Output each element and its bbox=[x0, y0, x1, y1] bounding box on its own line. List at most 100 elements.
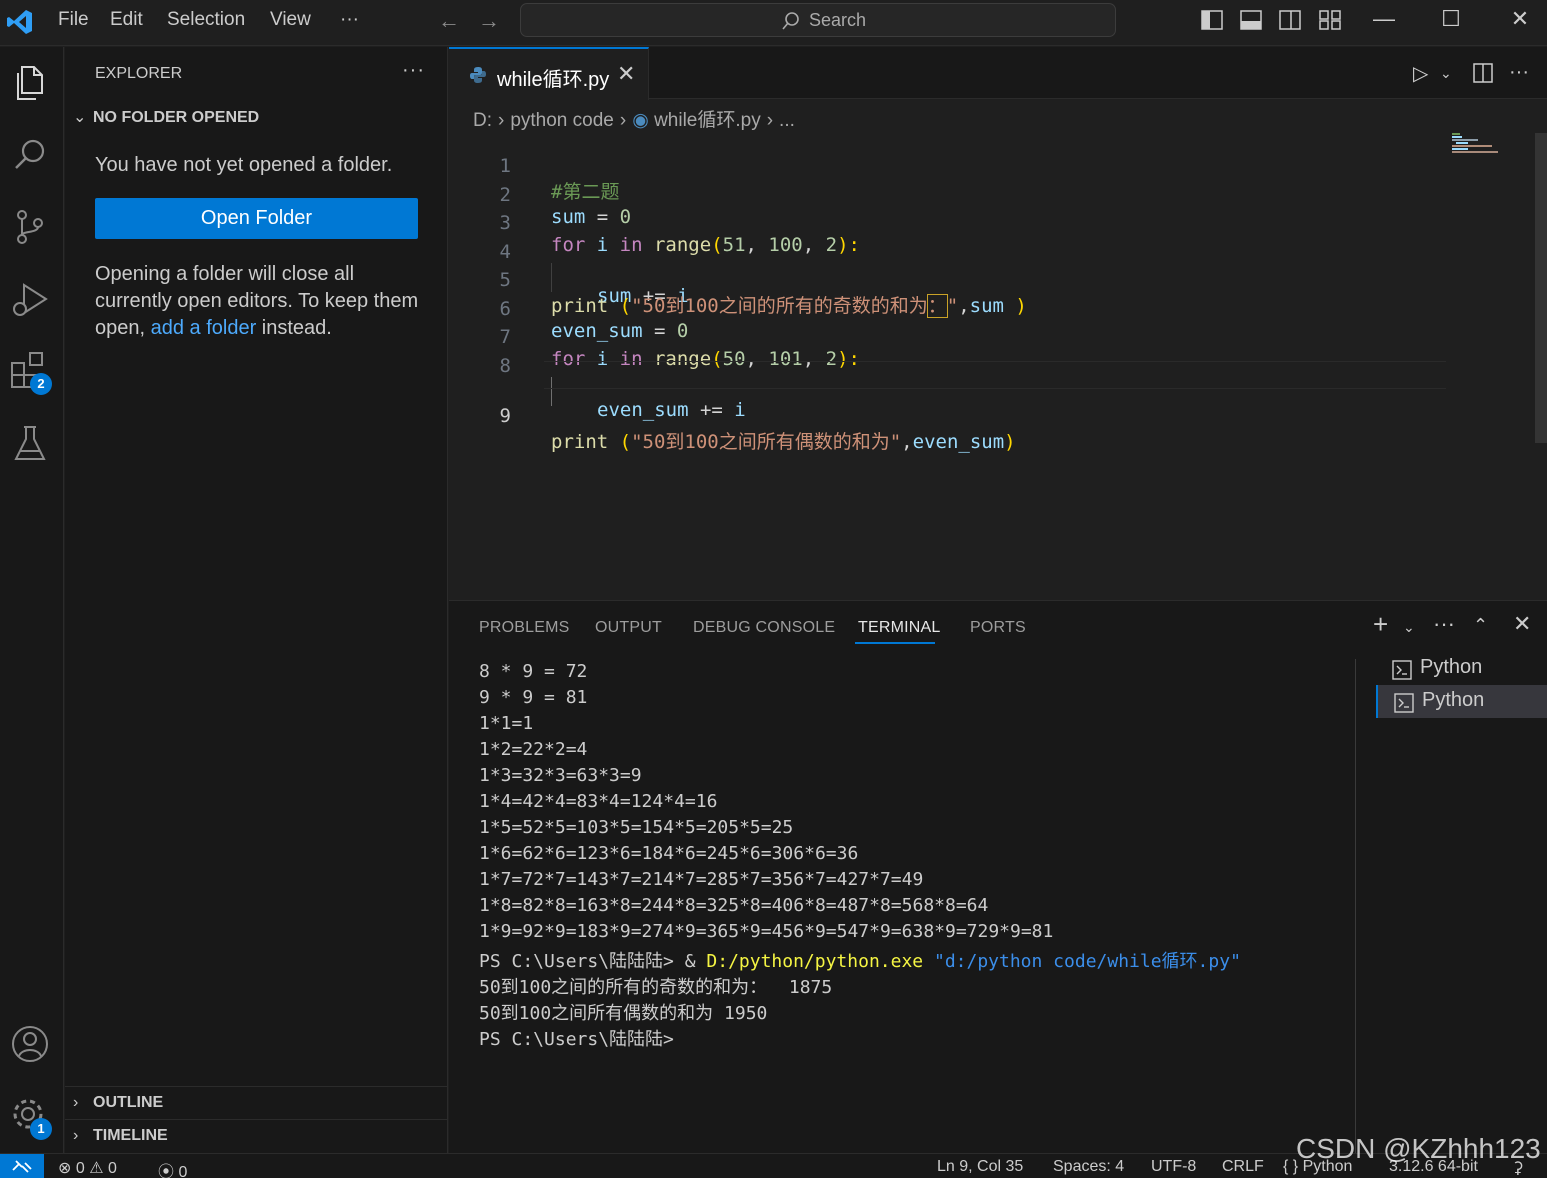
terminal-prompt-line: PS C:\Users\陆陆陆> bbox=[479, 1029, 674, 1050]
var-token: even_sum bbox=[912, 431, 1005, 453]
menu-selection[interactable]: Selection bbox=[167, 9, 245, 31]
terminal-line: 1*2=22*2=4 bbox=[479, 739, 588, 760]
editor-group: while循环.py ✕ ▷ ⌄ ··· D: › python code › ◉ wh… bbox=[449, 47, 1547, 599]
folder-info-text: Opening a folder will close all currentl… bbox=[95, 261, 425, 342]
panel-more-actions-icon[interactable]: ··· bbox=[1433, 611, 1455, 637]
terminal-line: 1*1=1 bbox=[479, 713, 534, 734]
command-center-search[interactable]: Search bbox=[520, 3, 1116, 37]
activity-bar: 2 1 bbox=[0, 47, 64, 1153]
breadcrumb-file[interactable]: while循环.py bbox=[654, 110, 761, 131]
terminal-line: 1*7=72*7=143*7=214*7=285*7=356*7=427*7=4… bbox=[479, 869, 924, 890]
tab-close-icon[interactable]: ✕ bbox=[617, 61, 635, 87]
problems-status[interactable]: ⊗ 0 ⚠ 0 bbox=[58, 1158, 117, 1178]
source-control-icon[interactable] bbox=[8, 205, 52, 249]
terminal-instance-label: Python bbox=[1422, 689, 1485, 711]
string-token: "50到100之间所有偶数的和为" bbox=[631, 431, 902, 453]
line-endings[interactable]: CRLF bbox=[1222, 1158, 1264, 1176]
extensions-badge: 2 bbox=[30, 373, 52, 395]
terminal-instance[interactable]: Python bbox=[1376, 652, 1547, 685]
chevron-down-icon: ⌄ bbox=[73, 109, 87, 126]
var-token: even_sum bbox=[597, 399, 689, 421]
remote-indicator[interactable] bbox=[0, 1154, 44, 1178]
run-dropdown-chevron-icon[interactable]: ⌄ bbox=[1440, 65, 1452, 82]
timeline-divider bbox=[65, 1119, 448, 1120]
code-line: 6 even_sum = 0 bbox=[449, 276, 1449, 342]
sidebar-more-actions[interactable]: ··· bbox=[402, 59, 425, 82]
toggle-secondary-sidebar-icon[interactable] bbox=[1279, 10, 1301, 30]
run-python-file-icon[interactable]: ▷ bbox=[1413, 61, 1428, 86]
close-window-icon[interactable]: ✕ bbox=[1500, 6, 1540, 32]
forward-arrow-icon[interactable]: → bbox=[478, 8, 500, 34]
no-folder-section-header[interactable]: ⌄ NO FOLDER OPENED bbox=[73, 107, 259, 127]
indentation[interactable]: Spaces: 4 bbox=[1053, 1158, 1124, 1176]
search-icon bbox=[782, 12, 799, 30]
code-line: 3 for i in range(51, 100, 2): bbox=[449, 190, 1449, 256]
vscode-logo-icon bbox=[7, 10, 32, 34]
menu-edit[interactable]: Edit bbox=[110, 9, 143, 31]
terminal-line: 50到100之间的所有的奇数的和为： 1875 bbox=[479, 977, 833, 998]
folder-info-line2: currently open editors. To keep them bbox=[95, 290, 419, 312]
code-line: 7 for i in range(50, 101, 2): bbox=[449, 304, 1449, 370]
timeline-section-header[interactable]: › TIMELINE bbox=[73, 1127, 168, 1145]
search-label: Search bbox=[809, 10, 867, 30]
no-folder-message: You have not yet opened a folder. bbox=[95, 154, 393, 176]
terminal-exe-path: D:/python/python.exe bbox=[706, 951, 924, 972]
run-and-debug-icon[interactable] bbox=[8, 277, 52, 321]
title-bar: File Edit Selection View ··· ← → Search … bbox=[0, 0, 1547, 46]
terminal-command-line: PS C:\Users\陆陆陆> & D:/python/python.exe … bbox=[479, 947, 1241, 973]
editor-more-actions-icon[interactable]: ··· bbox=[1509, 61, 1529, 84]
line-number: 9 bbox=[499, 405, 511, 427]
no-folder-section-label: NO FOLDER OPENED bbox=[93, 109, 260, 126]
bracket-token: ) bbox=[1004, 431, 1016, 453]
split-editor-icon[interactable] bbox=[1473, 63, 1493, 83]
breadcrumb-folder[interactable]: python code bbox=[510, 110, 614, 131]
editor-scrollbar-thumb[interactable] bbox=[1535, 133, 1547, 443]
add-folder-link[interactable]: add a folder bbox=[151, 317, 257, 339]
explorer-files-icon[interactable] bbox=[8, 61, 52, 105]
ports-status[interactable]: ⦿ 0 bbox=[158, 1158, 187, 1178]
back-arrow-icon[interactable]: ← bbox=[438, 8, 460, 34]
tab-filename: while循环.py bbox=[497, 69, 610, 91]
python-file-icon: ◉ bbox=[632, 110, 649, 131]
toggle-panel-icon[interactable] bbox=[1240, 10, 1262, 30]
customize-layout-icon[interactable] bbox=[1319, 10, 1341, 30]
terminal-instance-selected[interactable]: Python bbox=[1376, 685, 1547, 718]
maximize-icon[interactable]: ☐ bbox=[1431, 6, 1471, 32]
close-panel-icon[interactable]: ✕ bbox=[1513, 611, 1531, 637]
terminal-line: 9 * 9 = 81 bbox=[479, 687, 588, 708]
new-terminal-plus-icon[interactable]: + bbox=[1373, 609, 1388, 640]
account-icon[interactable] bbox=[8, 1022, 52, 1066]
code-line: 4 sum += i bbox=[449, 219, 1449, 307]
encoding[interactable]: UTF-8 bbox=[1151, 1158, 1196, 1176]
tab-ports[interactable]: PORTS bbox=[970, 619, 1026, 637]
minimap[interactable] bbox=[1452, 133, 1498, 153]
open-folder-button[interactable]: Open Folder bbox=[95, 198, 418, 239]
current-line-highlight bbox=[544, 361, 1446, 389]
menu-view[interactable]: View bbox=[270, 9, 311, 31]
warning-count: 0 bbox=[108, 1160, 117, 1177]
minimize-icon[interactable]: — bbox=[1364, 6, 1404, 32]
tab-problems[interactable]: PROBLEMS bbox=[479, 619, 570, 637]
cursor-position[interactable]: Ln 9, Col 35 bbox=[937, 1158, 1023, 1176]
menu-more[interactable]: ··· bbox=[340, 9, 359, 31]
terminal-dropdown-chevron-icon[interactable]: ⌄ bbox=[1403, 619, 1415, 636]
breadcrumb-drive[interactable]: D: bbox=[473, 110, 492, 131]
menu-file[interactable]: File bbox=[58, 9, 89, 31]
folder-info-line3-post: instead. bbox=[256, 317, 332, 339]
breadcrumb-symbols[interactable]: ... bbox=[779, 110, 795, 131]
tab-terminal[interactable]: TERMINAL bbox=[858, 619, 941, 637]
terminal-line: 8 * 9 = 72 bbox=[479, 661, 588, 682]
breadcrumb-chevron-icon: › bbox=[619, 110, 627, 131]
tab-output[interactable]: OUTPUT bbox=[595, 619, 662, 637]
tab-debug-console[interactable]: DEBUG CONSOLE bbox=[693, 619, 835, 637]
search-icon[interactable] bbox=[8, 133, 52, 177]
toggle-primary-sidebar-icon[interactable] bbox=[1201, 10, 1223, 30]
testing-flask-icon[interactable] bbox=[8, 421, 52, 465]
editor-tab-active[interactable]: while循环.py ✕ bbox=[449, 47, 649, 100]
maximize-panel-chevron-up-icon[interactable]: ⌃ bbox=[1473, 615, 1488, 636]
error-count: 0 bbox=[75, 1160, 85, 1177]
breadcrumb-chevron-icon: › bbox=[766, 110, 774, 131]
outline-section-header[interactable]: › OUTLINE bbox=[73, 1094, 163, 1112]
terminal-line: 50到100之间所有偶数的和为 1950 bbox=[479, 1003, 768, 1024]
terminal-icon bbox=[1394, 693, 1414, 713]
